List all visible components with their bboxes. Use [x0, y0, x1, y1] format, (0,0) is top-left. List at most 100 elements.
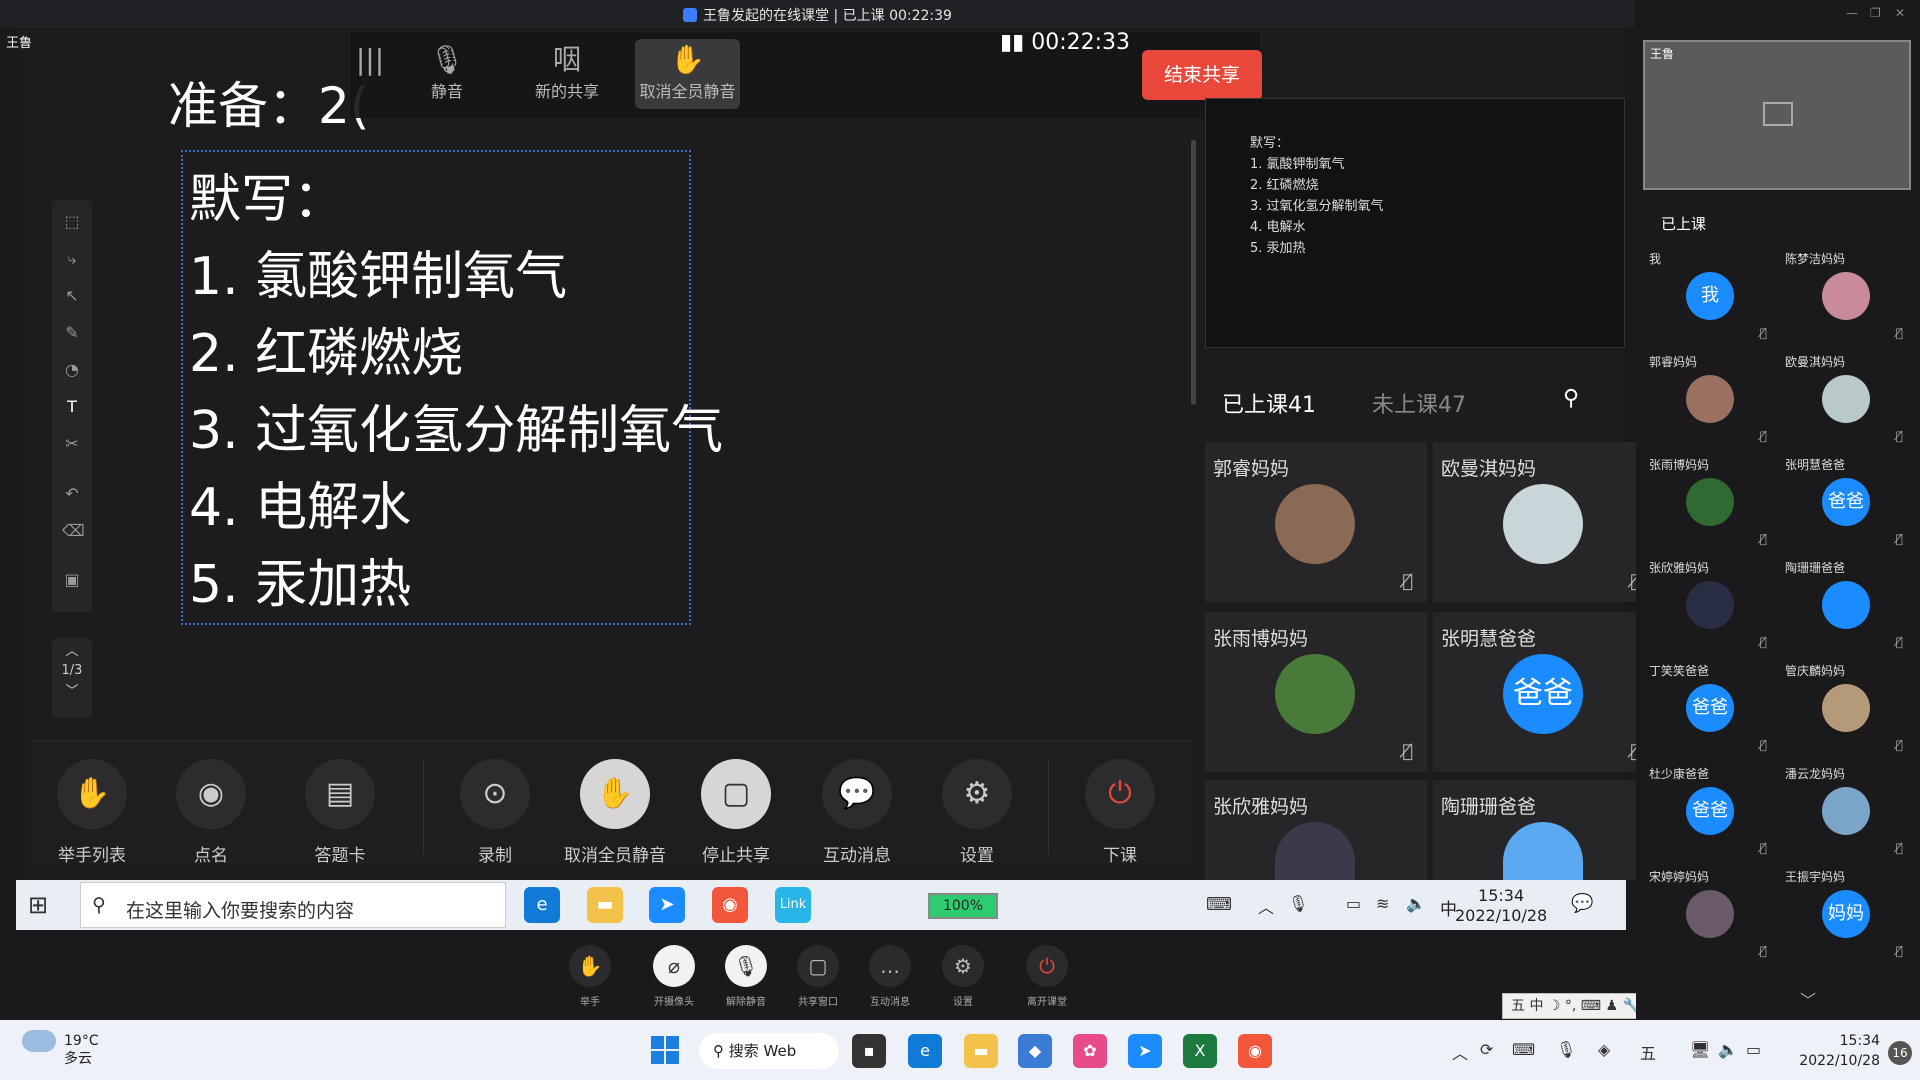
toolbox-icon[interactable]: ▣ [62, 570, 82, 590]
mute-button[interactable]: 🎙 静音 [397, 42, 497, 102]
scrollbar[interactable] [1191, 140, 1196, 405]
chevron-up-icon[interactable]: ︿ [1452, 1040, 1468, 1064]
classroom-app-icon[interactable]: ◉ [1238, 1034, 1272, 1068]
participant-tile[interactable]: 郭睿妈妈 🎙̸ [1645, 353, 1777, 453]
link-app-icon[interactable]: Link [775, 887, 811, 923]
page-up-icon[interactable]: ︿ [52, 640, 92, 659]
restore-icon[interactable]: ❐ [1870, 6, 1881, 20]
notification-icon[interactable]: 💬 [1571, 893, 1593, 914]
member-tile[interactable]: 张雨博妈妈 🎙̸ [1205, 612, 1427, 772]
hand-list-button[interactable]: ✋ 举手列表 [37, 759, 147, 866]
messages-button[interactable]: … 互动消息 [855, 945, 925, 1008]
notification-badge[interactable]: 16 [1888, 1041, 1912, 1065]
participant-tile[interactable]: 陶珊珊爸爸 🎙̸ [1781, 559, 1913, 659]
sync-icon[interactable]: ⟳ [1480, 1040, 1493, 1059]
end-share-button[interactable]: 结束共享 [1142, 50, 1262, 100]
app-icon[interactable]: ➤ [649, 887, 685, 923]
battery-icon[interactable]: ▭ [1746, 1040, 1761, 1059]
chevron-down-icon[interactable]: ﹀ [1800, 987, 1816, 1011]
folder-icon[interactable]: ▬ [964, 1034, 998, 1068]
slide-textbox[interactable]: 默写： 1. 氯酸钾制氧气 2. 红磷燃烧 3. 过氧化氢分解制氧气 4. 电解… [181, 150, 723, 625]
keyboard-icon[interactable]: ⌨ [1206, 894, 1232, 915]
undo-icon[interactable]: ↶ [62, 484, 82, 504]
inner-clock[interactable]: 15:34 2022/10/28 [1455, 886, 1547, 926]
eraser-icon[interactable]: ⌫ [62, 521, 85, 541]
end-class-button[interactable]: ⏻ 下课 [1065, 759, 1175, 866]
tab-absent[interactable]: 未上课47 [1372, 387, 1466, 419]
page-down-icon[interactable]: ﹀ [52, 680, 92, 699]
answer-card-button[interactable]: ▤ 答题卡 [285, 759, 395, 866]
close-icon[interactable]: ✕ [1895, 6, 1905, 20]
laser-icon[interactable]: ⤷ [62, 249, 82, 269]
search-icon[interactable]: ⚲ [1563, 386, 1579, 411]
edge-icon[interactable]: e [524, 887, 560, 923]
wifi-icon[interactable]: ≋ [1376, 894, 1389, 913]
minimize-icon[interactable]: — [1846, 6, 1858, 20]
share-window-button[interactable]: ▢ 共享窗口 [783, 945, 853, 1008]
rollcall-button[interactable]: ◉ 点名 [156, 759, 266, 866]
pointer-icon[interactable]: ↖ [62, 286, 82, 306]
pen-icon[interactable]: ✎ [62, 323, 82, 343]
participant-tile[interactable]: 张明慧爸爸 爸爸 🎙̸ [1781, 456, 1913, 556]
volume-icon[interactable]: 🔈 [1406, 894, 1426, 913]
classroom-app-icon[interactable]: ◉ [712, 887, 748, 923]
chevron-up-icon[interactable]: ︿ [1258, 894, 1274, 918]
unmute-all-button[interactable]: ✋ 取消全员静音 [635, 39, 740, 109]
camera-button[interactable]: ⌀ 开摄像头 [639, 945, 709, 1008]
participant-tile[interactable]: 陈梦洁妈妈 🎙̸ [1781, 250, 1913, 350]
os-clock[interactable]: 15:34 2022/10/28 [1780, 1031, 1880, 1071]
scissors-icon[interactable]: ✂ [62, 434, 82, 454]
app-icon[interactable]: ◆ [1018, 1034, 1052, 1068]
settings-button[interactable]: ⚙ 设置 [922, 759, 1032, 866]
drag-handle[interactable]: ||| [350, 42, 390, 78]
tab-attending[interactable]: 已上课41 [1222, 387, 1316, 419]
input-method-icon[interactable]: ◈ [1598, 1040, 1610, 1059]
unmute-all-class-button[interactable]: ✋ 取消全员静音 [560, 759, 670, 866]
member-tile[interactable]: 郭睿妈妈 🎙̸ [1205, 442, 1427, 602]
select-icon[interactable]: ⬚ [62, 212, 82, 232]
leave-button[interactable]: ⏻ 离开课堂 [1012, 945, 1082, 1008]
text-tool-icon[interactable]: T [62, 397, 82, 417]
microphone-icon[interactable]: 🎙 [1556, 1040, 1576, 1059]
keyboard-icon[interactable]: ⌨ [1512, 1040, 1535, 1059]
windows-start-icon[interactable]: ⊞ [28, 891, 48, 919]
app-icon[interactable]: ✿ [1073, 1034, 1107, 1068]
battery-icon[interactable]: ▭ [1346, 894, 1361, 913]
excel-icon[interactable]: X [1183, 1034, 1217, 1068]
windows-start-icon[interactable] [651, 1036, 681, 1066]
member-tile[interactable]: 张明慧爸爸爸爸🎙̸ [1433, 612, 1655, 772]
wubi-icon[interactable]: 五 [1640, 1040, 1656, 1064]
participant-tile[interactable]: 潘云龙妈妈 🎙̸ [1781, 765, 1913, 865]
microphone-icon[interactable]: 🎙 [1288, 894, 1308, 913]
edge-icon[interactable]: e [908, 1034, 942, 1068]
participant-tile[interactable]: 宋婷婷妈妈 🎙̸ [1645, 868, 1777, 968]
participant-tile[interactable]: 张欣雅妈妈 🎙̸ [1645, 559, 1777, 659]
member-tile[interactable]: 欧曼淇妈妈🎙̸ [1433, 442, 1655, 602]
participant-tile[interactable]: 我我 🎙̸ [1645, 250, 1777, 350]
folder-icon[interactable]: ▬ [587, 887, 623, 923]
participant-tile[interactable]: 王振宇妈妈 妈妈 🎙̸ [1781, 868, 1913, 968]
shapes-icon[interactable]: ◔ [62, 360, 82, 380]
participant-tile[interactable]: 欧曼淇妈妈 🎙̸ [1781, 353, 1913, 453]
member-tile[interactable]: 张欣雅妈妈 [1205, 780, 1427, 880]
record-button[interactable]: ⊙ 录制 [440, 759, 550, 866]
chat-button[interactable]: 💬 互动消息 [802, 759, 912, 866]
meeting-settings-button[interactable]: ⚙ 设置 [928, 945, 998, 1008]
avatar: 爸爸 [1686, 684, 1734, 732]
raise-hand-button[interactable]: ✋ 举手 [555, 945, 625, 1008]
unmute-button[interactable]: 🎙 解除静音 [711, 945, 781, 1008]
weather-widget[interactable]: 19°C 多云 [22, 1030, 99, 1067]
member-tile[interactable]: 陶珊珊爸爸 [1433, 780, 1655, 880]
participant-tile[interactable]: 管庆麟妈妈 🎙̸ [1781, 662, 1913, 762]
stop-share-button[interactable]: ▢ 停止共享 [681, 759, 791, 866]
new-share-button[interactable]: 咽新的共享 [517, 42, 617, 102]
participant-tile[interactable]: 张雨博妈妈 🎙̸ [1645, 456, 1777, 556]
participant-name: 宋婷婷妈妈 [1649, 870, 1710, 884]
app-icon[interactable]: ➤ [1128, 1034, 1162, 1068]
volume-icon[interactable]: 🔈 [1718, 1040, 1738, 1059]
participant-tile[interactable]: 杜少康爸爸 爸爸 🎙̸ [1645, 765, 1777, 865]
task-view-icon[interactable]: ▪ [852, 1034, 886, 1068]
participant-tile[interactable]: 丁笑笑爸爸 爸爸 🎙̸ [1645, 662, 1777, 762]
web-search-button[interactable]: ⚲ 搜索 Web [699, 1033, 839, 1069]
network-icon[interactable]: 🖥 [1690, 1040, 1710, 1059]
